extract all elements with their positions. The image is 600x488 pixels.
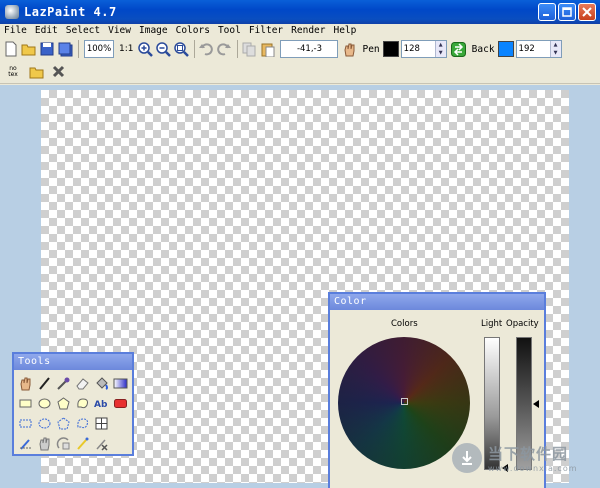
light-label: Light (481, 319, 503, 329)
undo-icon[interactable] (198, 41, 214, 57)
tool-row (16, 373, 130, 393)
colors-label: Colors (391, 319, 418, 329)
rectangle-tool-icon[interactable] (16, 394, 35, 413)
opacity-label: Opacity (506, 319, 539, 329)
fill-bucket-icon[interactable] (92, 374, 111, 393)
tools-grid: Ab (14, 370, 132, 456)
secondary-toolbar: no tex (0, 60, 600, 84)
swap-colors-icon[interactable] (451, 41, 467, 57)
spin-arrows-icon[interactable]: ▲ ▼ (549, 41, 561, 57)
opacity-slider-arrow-icon[interactable] (533, 400, 539, 408)
svg-text:Ab: Ab (94, 400, 108, 410)
hand-icon[interactable] (341, 41, 357, 57)
text-tool-icon[interactable]: Ab (92, 394, 111, 413)
tool-row: Ab (16, 393, 130, 413)
toolbar-separator (237, 40, 239, 58)
menu-help[interactable]: Help (329, 24, 360, 38)
maximize-button[interactable] (558, 3, 576, 21)
gradient-icon[interactable] (111, 374, 130, 393)
phong-shape-icon[interactable] (111, 394, 130, 413)
save-as-icon[interactable] (57, 41, 73, 57)
menu-filter[interactable]: Filter (245, 24, 287, 38)
menu-select[interactable]: Select (62, 24, 104, 38)
pen-opacity-value: 128 (403, 44, 420, 54)
main-toolbar: 100% 1:1 -41,-3 Pen 128 ▲ ▼ Back 192 ▲ ▼ (0, 38, 600, 60)
no-text-line2: tex (8, 70, 18, 78)
watermark-text: 当下软件园 www.downxia.com (488, 443, 578, 473)
color-picker-icon[interactable] (54, 374, 73, 393)
deselect-icon[interactable] (92, 434, 111, 453)
close-icon (582, 7, 592, 17)
zoom-level[interactable]: 100% (84, 40, 114, 58)
save-icon[interactable] (39, 41, 55, 57)
toolbar-separator (194, 40, 196, 58)
color-panel-title[interactable]: Color (330, 294, 544, 310)
eraser-icon[interactable] (73, 374, 92, 393)
paste-icon[interactable] (259, 41, 275, 57)
menu-colors[interactable]: Colors (172, 24, 214, 38)
close-image-icon[interactable] (50, 64, 66, 80)
pen-tool-icon[interactable] (35, 374, 54, 393)
cursor-coordinates: -41,-3 (280, 40, 339, 58)
close-button[interactable] (578, 3, 596, 21)
watermark-sub: www.downxia.com (488, 464, 578, 473)
back-opacity-spinner[interactable]: 192 ▲ ▼ (515, 40, 562, 58)
back-opacity-value: 192 (518, 44, 535, 54)
menu-edit[interactable]: Edit (31, 24, 62, 38)
color-wheel-marker[interactable] (401, 398, 408, 405)
ellipse-tool-icon[interactable] (35, 394, 54, 413)
pen-color-swatch[interactable] (382, 41, 399, 57)
pen-label: Pen (362, 43, 380, 55)
select-rect-icon[interactable] (16, 414, 35, 433)
copy-icon[interactable] (241, 41, 257, 57)
select-spline-icon[interactable] (73, 414, 92, 433)
window-controls (538, 3, 596, 21)
menu-view[interactable]: View (104, 24, 135, 38)
magic-wand-icon[interactable] (92, 414, 111, 433)
minimize-button[interactable] (538, 3, 556, 21)
select-ellipse-icon[interactable] (35, 414, 54, 433)
tool-row (16, 413, 130, 433)
back-color-swatch[interactable] (497, 41, 514, 57)
title-bar: LazPaint 4.7 (0, 0, 600, 24)
window-title: LazPaint 4.7 (24, 5, 117, 19)
back-label: Back (471, 43, 495, 55)
watermark: 当下软件园 www.downxia.com (452, 438, 592, 478)
rotate-selection-icon[interactable] (54, 434, 73, 453)
tools-panel: Tools Ab (12, 352, 134, 456)
tool-row (16, 433, 130, 453)
menu-render[interactable]: Render (287, 24, 329, 38)
menu-file[interactable]: File (0, 24, 31, 38)
zoom-in-icon[interactable] (137, 41, 153, 57)
zoom-one-to-one-button[interactable]: 1:1 (119, 44, 133, 54)
open-folder-icon[interactable] (21, 41, 37, 57)
edit-selection-icon[interactable] (73, 434, 92, 453)
spline-tool-icon[interactable] (73, 394, 92, 413)
toolbar-separator (78, 40, 79, 58)
hand-tool-icon[interactable] (16, 374, 35, 393)
maximize-icon (562, 7, 572, 17)
select-pen-icon[interactable] (16, 434, 35, 453)
spin-arrows-icon[interactable]: ▲ ▼ (434, 41, 446, 57)
tools-panel-title[interactable]: Tools (14, 354, 132, 370)
watermark-main: 当下软件园 (488, 445, 569, 463)
minimize-icon (543, 14, 549, 16)
pen-opacity-spinner[interactable]: 128 ▲ ▼ (400, 40, 447, 58)
open-folder-icon[interactable] (29, 64, 45, 80)
move-selection-icon[interactable] (35, 434, 54, 453)
menu-tool[interactable]: Tool (214, 24, 245, 38)
app-icon (5, 5, 19, 19)
download-arrow-icon (452, 443, 482, 473)
menu-bar: File Edit Select View Image Colors Tool … (0, 24, 600, 38)
polygon-tool-icon[interactable] (54, 394, 73, 413)
redo-icon[interactable] (216, 41, 232, 57)
menu-image[interactable]: Image (135, 24, 172, 38)
select-polygon-icon[interactable] (54, 414, 73, 433)
new-file-icon[interactable] (3, 41, 19, 57)
zoom-out-icon[interactable] (155, 41, 171, 57)
no-text-button[interactable]: no tex (3, 62, 23, 82)
zoom-fit-icon[interactable] (173, 41, 189, 57)
